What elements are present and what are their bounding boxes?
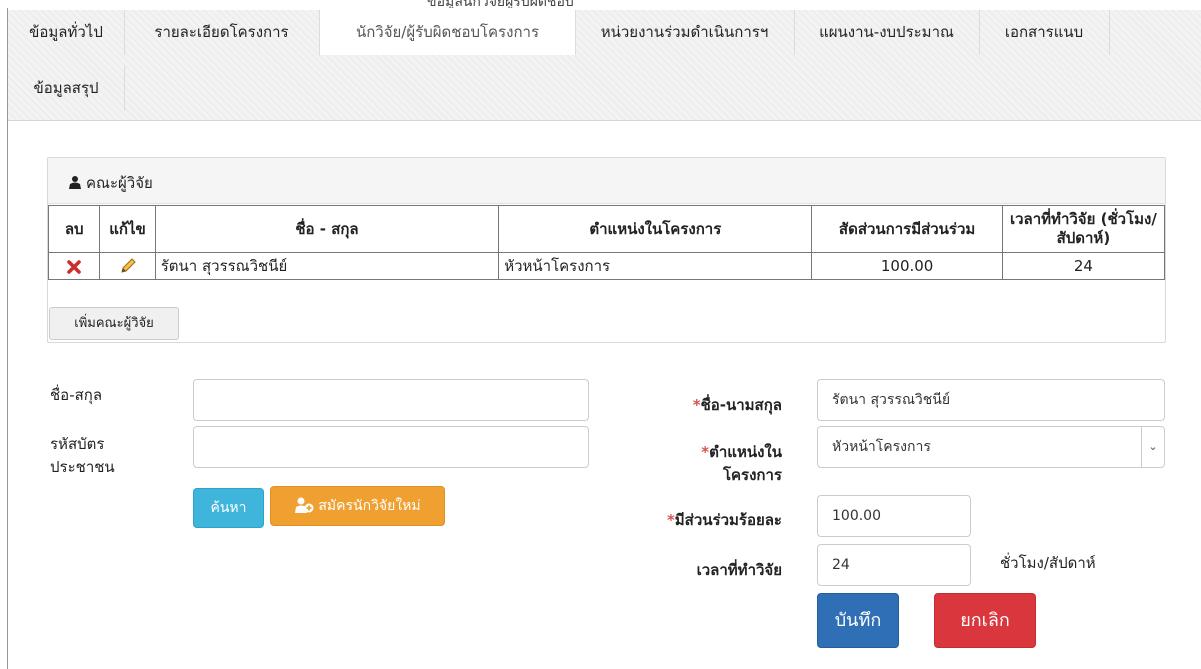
researcher-time: 24 xyxy=(1001,252,1166,280)
search-button[interactable]: ค้นหา xyxy=(193,488,264,528)
col-header-time: เวลาที่ทำวิจัย (ชั่วโมง/สัปดาห์) xyxy=(1001,205,1166,253)
tab-plan-budget[interactable]: แผนงาน-งบประมาณ xyxy=(794,10,980,55)
top-cropped-heading: ข้อมูลนักวิจัยผู้รับผิดชอบ xyxy=(7,0,1201,8)
tab-bar: ข้อมูลทั่วไป รายละเอียดโครงการ นักวิจัย/… xyxy=(8,10,1201,121)
table-row: รัตนา สุวรรณวิชนีย์ หัวหน้าโครงการ 100.0… xyxy=(47,252,1166,280)
cancel-button[interactable]: ยกเลิก xyxy=(934,593,1036,648)
required-mark: * xyxy=(701,443,710,461)
col-header-delete: ลบ xyxy=(47,205,101,253)
panel-heading: คณะผู้วิจัย xyxy=(48,158,1165,204)
position-select-value: หัวหน้าโครงการ xyxy=(832,439,931,455)
researchers-panel: คณะผู้วิจัย ลบ แก้ไข ชื่อ - สกุล ตำแหน่ง… xyxy=(47,157,1166,343)
col-header-share: สัดส่วนการมีส่วนร่วม xyxy=(811,205,1003,253)
researcher-name: รัตนา สุวรรณวิชนีย์ xyxy=(154,252,500,280)
researcher-share: 100.00 xyxy=(811,252,1003,280)
search-name-label: ชื่อ-สกุล xyxy=(50,386,103,404)
fullname-label: *ชื่อ-นามสกุล xyxy=(692,396,782,414)
save-button[interactable]: บันทึก xyxy=(817,593,899,648)
user-icon xyxy=(69,176,81,189)
col-header-edit: แก้ไข xyxy=(99,205,156,253)
time-unit-label: ชั่วโมง/สัปดาห์ xyxy=(1000,554,1096,572)
researchers-table: ลบ แก้ไข ชื่อ - สกุล ตำแหน่งในโครงการ สั… xyxy=(47,205,1166,280)
position-label-line2: โครงการ xyxy=(722,466,782,484)
researcher-position: หัวหน้าโครงการ xyxy=(498,252,813,280)
panel-title: คณะผู้วิจัย xyxy=(86,174,153,192)
top-heading-text: ข้อมูลนักวิจัยผู้รับผิดชอบ xyxy=(427,0,574,8)
tab-general-info[interactable]: ข้อมูลทั่วไป xyxy=(8,10,125,55)
tab-summary[interactable]: ข้อมูลสรุป xyxy=(8,66,125,111)
share-label: *มีส่วนร่วมร้อยละ xyxy=(666,511,782,529)
tab-project-details[interactable]: รายละเอียดโครงการ xyxy=(124,10,320,55)
search-id-input[interactable] xyxy=(193,426,589,468)
chevron-down-icon: ⌄ xyxy=(1141,427,1164,467)
time-input[interactable]: 24 xyxy=(817,544,971,586)
edit-cell xyxy=(99,252,156,280)
required-mark: * xyxy=(692,396,701,414)
pencil-icon[interactable] xyxy=(119,257,137,275)
time-label: เวลาที่ทำวิจัย xyxy=(696,561,782,579)
share-input[interactable]: 100.00 xyxy=(817,495,971,537)
position-label-line1: *ตำแหน่งใน xyxy=(701,443,782,461)
position-select[interactable]: หัวหน้าโครงการ ⌄ xyxy=(817,426,1165,468)
tab-researchers[interactable]: นักวิจัย/ผู้รับผิดชอบโครงการ xyxy=(319,10,576,55)
add-user-icon xyxy=(295,497,314,513)
search-id-label-line2: ประชาชน xyxy=(50,458,115,476)
delete-x-icon[interactable] xyxy=(67,259,81,274)
search-name-input[interactable] xyxy=(193,379,589,421)
table-header-row: ลบ แก้ไข ชื่อ - สกุล ตำแหน่งในโครงการ สั… xyxy=(47,205,1166,253)
add-researcher-button[interactable]: เพิ่มคณะผู้วิจัย xyxy=(49,307,179,340)
tab-partner-agencies[interactable]: หน่วยงานร่วมดำเนินการฯ xyxy=(575,10,795,55)
col-header-name: ชื่อ - สกุล xyxy=(154,205,500,253)
fullname-input[interactable]: รัตนา สุวรรณวิชนีย์ xyxy=(817,379,1165,421)
register-researcher-button[interactable]: สมัครนักวิจัยใหม่ xyxy=(270,486,445,526)
search-id-label-line1: รหัสบัตร xyxy=(50,435,105,453)
tab-attachments[interactable]: เอกสารแนบ xyxy=(979,10,1110,55)
delete-cell xyxy=(47,252,101,280)
col-header-position: ตำแหน่งในโครงการ xyxy=(498,205,813,253)
register-button-label: สมัครนักวิจัยใหม่ xyxy=(318,498,421,514)
required-mark: * xyxy=(666,511,675,529)
